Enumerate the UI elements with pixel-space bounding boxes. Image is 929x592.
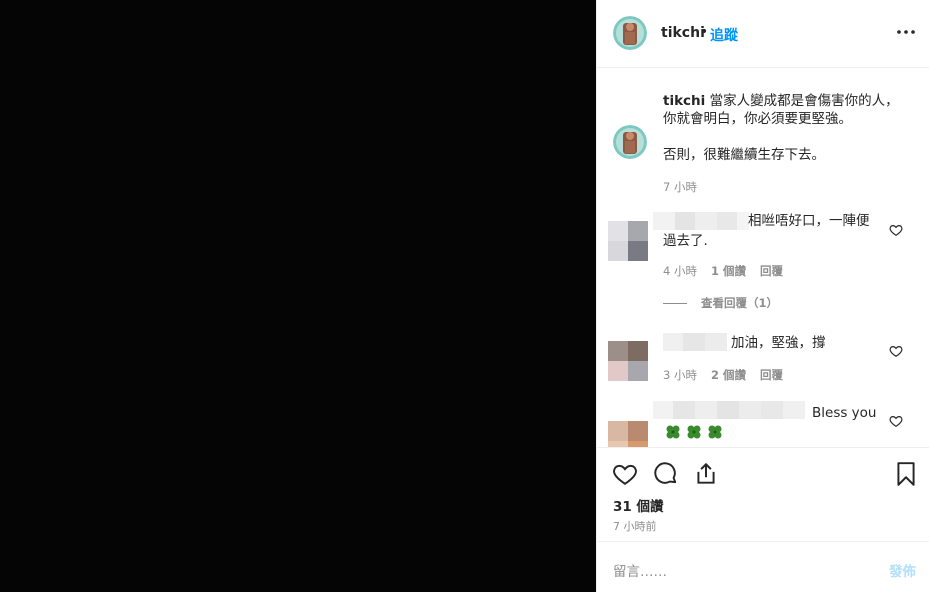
commenter-name-blurred[interactable]	[653, 401, 805, 419]
separator-dot: •	[700, 24, 709, 40]
clover-emoji-group	[665, 424, 725, 440]
post-time-ago: 7 小時前	[613, 520, 657, 533]
caption-time: 7 小時	[663, 180, 697, 194]
post-header: tikchi • 追蹤	[597, 0, 929, 68]
comment-input[interactable]: 留言……	[613, 560, 667, 580]
commenter-avatar[interactable]	[608, 341, 648, 381]
comment-time: 4 小時	[663, 264, 697, 278]
reply-button[interactable]: 回覆	[760, 368, 783, 382]
reply-button[interactable]: 回覆	[760, 264, 783, 278]
post-side-panel: tikchi • 追蹤 tikchi 當家人變成都是會傷害你的人， 你就會明白，…	[596, 0, 929, 592]
follow-button[interactable]: 追蹤	[710, 25, 738, 45]
comment-text: 相咝唔好口，一陣便	[748, 213, 870, 229]
caption: tikchi 當家人變成都是會傷害你的人， 你就會明白，你必須要更堅強。 否則，…	[663, 92, 913, 164]
author-username[interactable]: tikchi	[661, 25, 705, 41]
like-count[interactable]: 31 個讚	[613, 495, 664, 515]
comment-like-heart-icon[interactable]	[889, 413, 903, 427]
comment-like-heart-icon[interactable]	[889, 222, 903, 236]
comment-time: 3 小時	[663, 368, 697, 382]
post-actions: 31 個讚 7 小時前	[597, 447, 929, 541]
comment-meta: 4 小時 1 個讚 回覆	[663, 263, 783, 279]
comment-like-heart-icon[interactable]	[889, 343, 903, 357]
author-avatar[interactable]	[613, 16, 647, 50]
comment-text-cont: 過去了.	[663, 233, 708, 249]
caption-author-avatar[interactable]	[613, 125, 647, 159]
comment-text: Bless you	[812, 405, 877, 421]
comment-text: 加油，堅強，撐	[731, 335, 826, 351]
caption-username[interactable]: tikchi	[663, 93, 705, 109]
commenter-avatar[interactable]	[608, 221, 648, 261]
post-media[interactable]	[0, 0, 596, 592]
more-options-icon[interactable]	[896, 22, 916, 42]
commenter-avatar[interactable]	[608, 421, 648, 447]
view-replies-label[interactable]: 查看回覆（1）	[701, 296, 778, 310]
comment-likes[interactable]: 1 個讚	[711, 264, 746, 278]
comment-meta: 3 小時 2 個讚 回覆	[663, 367, 783, 383]
commenter-name-blurred[interactable]	[663, 333, 727, 351]
add-comment-bar: 留言…… 發佈	[597, 541, 929, 592]
share-icon[interactable]	[693, 461, 719, 487]
heart-icon[interactable]	[612, 461, 638, 487]
post-comment-button[interactable]: 發佈	[889, 560, 916, 580]
commenter-name-blurred[interactable]	[653, 212, 749, 230]
comment-likes[interactable]: 2 個讚	[711, 368, 746, 382]
view-replies-button[interactable]: 查看回覆（1）	[663, 295, 778, 311]
comment-icon[interactable]	[653, 461, 679, 487]
bookmark-icon[interactable]	[893, 461, 919, 487]
